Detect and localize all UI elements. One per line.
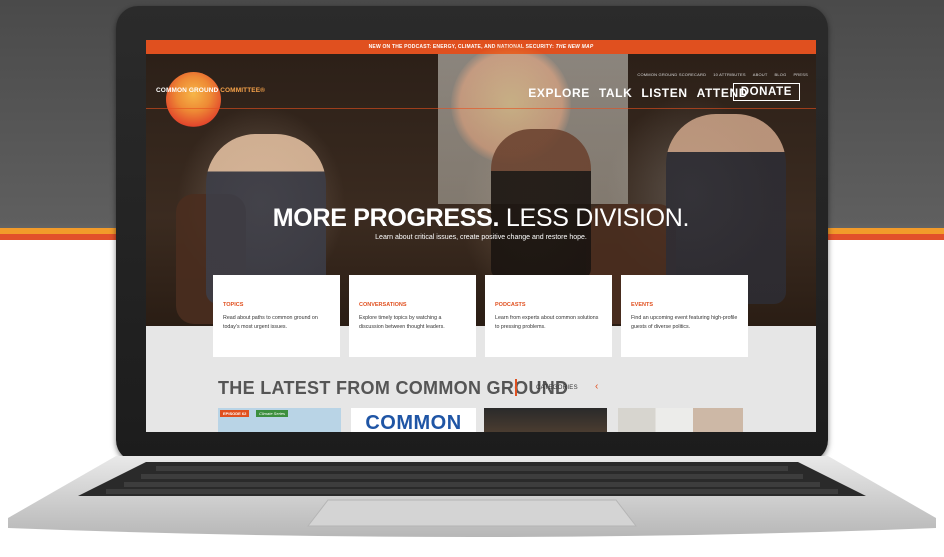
logo-text-primary: COMMON GROUND: [156, 87, 219, 94]
card-title: TOPICS: [223, 302, 244, 308]
site-logo[interactable]: COMMON GROUND COMMITTEE®: [156, 72, 265, 127]
laptop-screen: NEW ON THE PODCAST: ENERGY, CLIMATE, AND…: [146, 40, 816, 432]
latest-tile-podcast[interactable]: EPISODE 62 Climate Series: [218, 408, 341, 432]
donate-button[interactable]: DONATE: [732, 83, 800, 101]
link-press[interactable]: PRESS: [793, 72, 808, 77]
latest-tile-logo[interactable]: COMMON: [351, 408, 476, 432]
card-text: Read about paths to common ground on tod…: [223, 315, 318, 330]
chevron-left-icon[interactable]: ‹: [595, 381, 598, 392]
categories-dropdown[interactable]: CATEGORIES: [536, 385, 578, 391]
hero-headline: MORE PROGRESS. LESS DIVISION.: [146, 204, 816, 233]
latest-tile-photo[interactable]: [484, 408, 607, 432]
feature-cards: TOPICS Read about paths to common ground…: [213, 275, 748, 357]
card-title: CONVERSATIONS: [359, 302, 407, 308]
utility-nav: COMMON GROUND SCORECARD 10 ATTRIBUTES AB…: [637, 72, 808, 77]
card-podcasts[interactable]: PODCASTS Learn from experts about common…: [485, 275, 612, 357]
heading-divider: [515, 379, 517, 396]
card-topics[interactable]: TOPICS Read about paths to common ground…: [213, 275, 340, 357]
series-badge: Climate Series: [256, 410, 289, 417]
hero-subhead: Learn about critical issues, create posi…: [375, 234, 587, 241]
card-title: PODCASTS: [495, 302, 526, 308]
logo-sun-icon: [166, 72, 221, 127]
main-nav: EXPLORE TALK LISTEN ATTEND: [528, 86, 748, 100]
card-title: EVENTS: [631, 302, 654, 308]
header-divider: [146, 108, 816, 109]
episode-badge: EPISODE 62: [220, 410, 250, 417]
card-text: Find an upcoming event featuring high-pr…: [631, 315, 738, 330]
nav-listen[interactable]: LISTEN: [641, 86, 687, 100]
nav-explore[interactable]: EXPLORE: [528, 86, 590, 100]
logo-registered-mark: ®: [260, 87, 266, 94]
tile-logo-text: COMMON: [365, 412, 462, 432]
card-text: Learn from experts about common solution…: [495, 315, 599, 330]
announcement-highlight: THE NEW MAP: [555, 44, 594, 50]
logo-text-secondary: COMMITTEE: [220, 87, 261, 94]
card-text: Explore timely topics by watching a disc…: [359, 315, 445, 330]
nav-talk[interactable]: TALK: [599, 86, 633, 100]
card-events[interactable]: EVENTS Find an upcoming event featuring …: [621, 275, 748, 357]
card-conversations[interactable]: CONVERSATIONS Explore timely topics by w…: [349, 275, 476, 357]
laptop-base: [8, 456, 936, 537]
headline-light: LESS DIVISION.: [505, 204, 690, 232]
headline-bold: MORE PROGRESS.: [272, 204, 500, 232]
link-blog[interactable]: BLOG: [775, 72, 787, 77]
latest-tile-photo[interactable]: [618, 408, 743, 432]
link-about[interactable]: ABOUT: [753, 72, 768, 77]
link-scorecard[interactable]: COMMON GROUND SCORECARD: [637, 72, 706, 77]
link-attributes[interactable]: 10 ATTRIBUTES: [713, 72, 746, 77]
